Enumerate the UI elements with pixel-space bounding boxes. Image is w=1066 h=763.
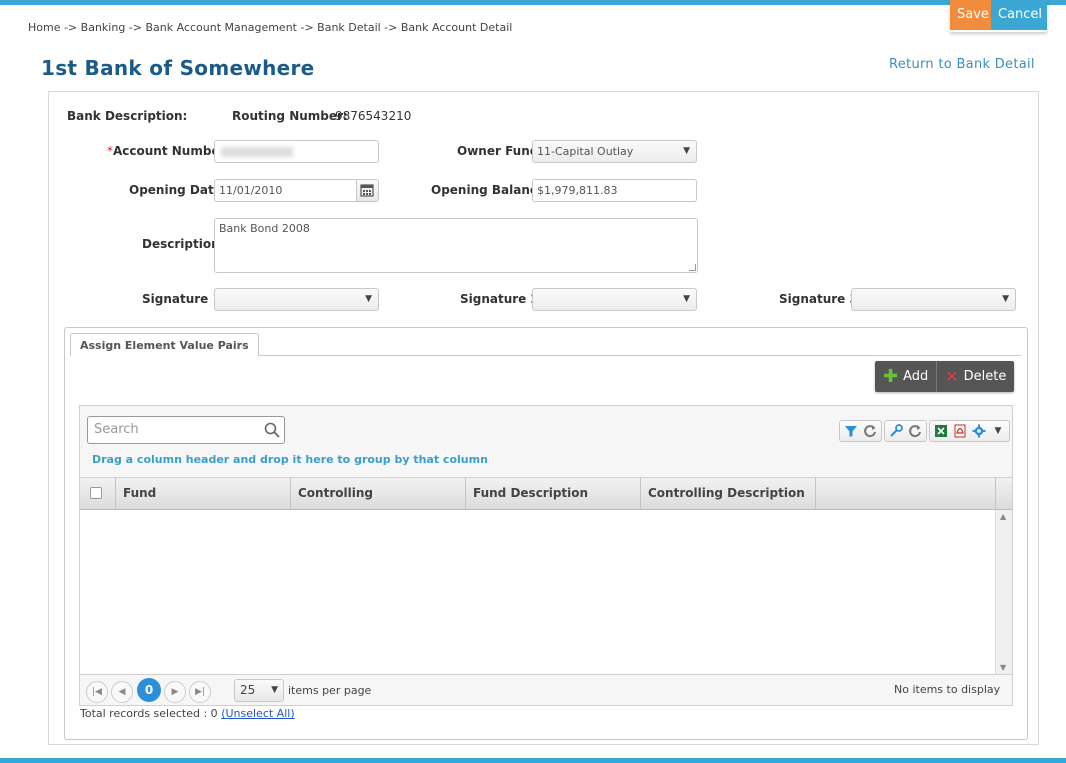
- add-button[interactable]: ✚ Add: [875, 361, 936, 392]
- dropdown-arrow-icon: ▼: [683, 146, 690, 156]
- pager-info: No items to display: [894, 683, 1001, 696]
- filter-tools-group: [839, 420, 882, 442]
- opening-date-label-text: Opening Date: [129, 183, 222, 197]
- opening-balance-input[interactable]: $1,979,811.83: [532, 179, 697, 202]
- signature-1-label: Signature 1:: [142, 292, 225, 306]
- scroll-up-icon[interactable]: ▲: [1000, 512, 1006, 521]
- page-size-select[interactable]: 25 ▼: [234, 679, 284, 702]
- last-page-button[interactable]: ▶|: [189, 681, 211, 703]
- first-page-button[interactable]: |◀: [86, 681, 108, 703]
- add-button-label: Add: [903, 369, 929, 384]
- account-number-label-text: Account Number: [113, 144, 226, 158]
- delete-x-icon: ✕: [945, 366, 959, 386]
- plus-icon: ✚: [883, 365, 899, 387]
- signature-3-label-text: Signature 3: [779, 292, 858, 306]
- grid-pager: |◀ ◀ ▶ ▶|: [80, 674, 1012, 705]
- unselect-all-link[interactable]: (Unselect All): [221, 707, 294, 720]
- dropdown-arrow-icon: ▼: [683, 294, 690, 304]
- save-button[interactable]: Save: [950, 0, 991, 30]
- redacted-account-number: [221, 147, 293, 157]
- column-header-empty: [816, 478, 996, 509]
- reset-columns-icon[interactable]: [906, 422, 924, 440]
- excel-export-icon[interactable]: [932, 422, 950, 440]
- pdf-export-icon[interactable]: [951, 422, 969, 440]
- next-page-button[interactable]: ▶: [164, 681, 186, 703]
- calendar-button[interactable]: [356, 180, 378, 201]
- top-accent-bar: [0, 0, 1066, 5]
- group-by-drop-zone[interactable]: Drag a column header and drop it here to…: [92, 453, 488, 466]
- reset-filter-icon[interactable]: [861, 422, 879, 440]
- grid-tools: ▼: [839, 420, 1010, 442]
- wrench-icon[interactable]: [887, 422, 905, 440]
- owner-fund-label-text: Owner Fund: [457, 144, 539, 158]
- breadcrumb: Home -> Banking -> Bank Account Manageme…: [28, 21, 513, 34]
- grid-action-toolbar: ✚ Add ✕ Delete: [875, 361, 1015, 392]
- grid-search-input[interactable]: Search: [87, 416, 285, 444]
- select-all-column: [80, 478, 116, 509]
- column-header-fund[interactable]: Fund: [116, 478, 291, 509]
- records-selected-summary: Total records selected : 0 (Unselect All…: [80, 707, 295, 720]
- records-selected-text: Total records selected : 0: [80, 707, 218, 720]
- column-header-controlling-description[interactable]: Controlling Description: [641, 478, 816, 509]
- description-label-text: Description: [142, 237, 220, 251]
- routing-number-value: 9876543210: [335, 109, 412, 123]
- description-value: Bank Bond 2008: [219, 222, 310, 235]
- description-textarea[interactable]: Bank Bond 2008: [214, 218, 698, 273]
- calendar-icon: [360, 184, 374, 197]
- owner-fund-select[interactable]: 11-Capital Outlay ▼: [532, 140, 697, 163]
- signature-2-select[interactable]: ▼: [532, 288, 697, 311]
- signature-3-label: Signature 3:: [779, 292, 862, 306]
- column-header-controlling[interactable]: Controlling: [291, 478, 466, 509]
- top-action-buttons: Save Cancel: [950, 0, 1047, 32]
- delete-button[interactable]: ✕ Delete: [936, 361, 1014, 392]
- account-number-input[interactable]: [214, 140, 379, 163]
- current-page-indicator[interactable]: 0: [137, 678, 161, 702]
- signature-1-select[interactable]: ▼: [214, 288, 379, 311]
- signature-1-label-text: Signature 1: [142, 292, 221, 306]
- cancel-button[interactable]: Cancel: [991, 0, 1047, 30]
- owner-fund-label: Owner Fund:: [457, 144, 542, 158]
- grid-vertical-scrollbar[interactable]: ▲ ▼: [995, 510, 1012, 674]
- description-label: Description:: [142, 237, 224, 251]
- opening-date-input[interactable]: 11/01/2010: [215, 184, 282, 197]
- routing-number-label: Routing Number:: [232, 109, 348, 123]
- opening-balance-label-text: Opening Balance: [431, 183, 546, 197]
- dropdown-arrow-icon: ▼: [365, 294, 372, 304]
- resize-handle-icon[interactable]: [689, 264, 696, 271]
- select-all-checkbox[interactable]: [90, 487, 102, 499]
- grid-body: [80, 510, 1012, 674]
- column-header-fund-description[interactable]: Fund Description: [466, 478, 641, 509]
- bottom-accent-bar: [0, 758, 1066, 763]
- grid-header: Fund Controlling Fund Description Contro…: [80, 477, 1012, 510]
- opening-date-picker: 11/01/2010: [214, 179, 379, 202]
- opening-date-label: Opening Date:: [129, 183, 226, 197]
- signature-2-label: Signature 2:: [460, 292, 543, 306]
- signature-3-select[interactable]: ▼: [851, 288, 1016, 311]
- search-placeholder: Search: [94, 422, 139, 437]
- prev-page-button[interactable]: ◀: [111, 681, 133, 703]
- bank-description-label: Bank Description:: [67, 109, 188, 123]
- dropdown-arrow-icon: ▼: [1002, 294, 1009, 304]
- column-tools-group: [884, 420, 927, 442]
- delete-button-label: Delete: [963, 369, 1007, 384]
- page-size-value: 25: [240, 683, 256, 697]
- return-to-bank-detail-link[interactable]: Return to Bank Detail: [889, 57, 1035, 72]
- scroll-down-icon[interactable]: ▼: [1000, 663, 1006, 672]
- dropdown-arrow-icon: ▼: [271, 685, 278, 695]
- tab-assign-element-value-pairs[interactable]: Assign Element Value Pairs: [70, 333, 259, 356]
- search-icon[interactable]: [263, 421, 281, 439]
- filter-icon[interactable]: [842, 422, 860, 440]
- settings-gear-icon[interactable]: [970, 422, 988, 440]
- page-title: 1st Bank of Somewhere: [41, 56, 315, 80]
- export-tools-group: ▼: [929, 420, 1010, 442]
- chevron-down-icon[interactable]: ▼: [989, 422, 1007, 440]
- items-per-page-label: items per page: [288, 684, 372, 697]
- signature-2-label-text: Signature 2: [460, 292, 539, 306]
- owner-fund-value: 11-Capital Outlay: [537, 145, 634, 158]
- account-number-label: *Account Number:: [107, 144, 230, 158]
